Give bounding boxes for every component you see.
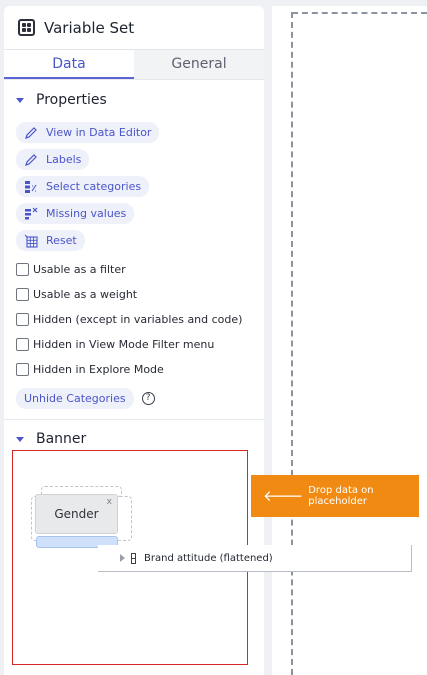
property-checkboxes: Usable as a filter Usable as a weight Hi… [4,257,264,382]
usable-as-weight-checkbox[interactable] [16,288,29,301]
category-filter-icon [25,180,37,193]
properties-section-toggle[interactable]: Properties [4,84,264,116]
report-canvas[interactable] [272,6,427,675]
hidden-except-option: Hidden (except in variables and code) [16,307,264,332]
section-divider [4,419,264,420]
hidden-except-checkbox[interactable] [16,313,29,326]
pencil-icon [25,153,37,166]
unhide-row: Unhide Categories ? [4,386,264,410]
drop-hint-label: Drop data on placeholder [308,485,374,507]
usable-as-weight-label[interactable]: Usable as a weight [33,288,137,301]
canvas-drop-border [292,12,427,14]
property-actions: View in Data Editor Labels Select catego… [4,116,264,257]
dragged-variable[interactable]: Brand attitude (flattened) [98,545,412,572]
usable-as-weight-option: Usable as a weight [16,282,264,307]
gender-card-label: Gender [54,507,99,521]
missing-values-icon [25,207,38,219]
labels-label: Labels [46,153,82,166]
banner-heading: Banner [36,431,87,447]
dragged-variable-label: Brand attitude (flattened) [144,552,273,564]
hidden-explore-mode-option: Hidden in Explore Mode [16,357,264,382]
tab-general[interactable]: General [134,50,264,79]
arrow-left-icon: 🡐 [263,486,304,505]
labels-button[interactable]: Labels [16,149,90,170]
usable-as-filter-option: Usable as a filter [16,257,264,282]
view-in-data-editor-label: View in Data Editor [46,126,152,139]
caret-down-icon [16,97,24,103]
panel-title: Variable Set [44,18,135,37]
hidden-view-mode-checkbox[interactable] [16,338,29,351]
unhide-categories-button[interactable]: Unhide Categories [16,387,134,409]
reset-button[interactable]: Reset [16,230,85,251]
pencil-icon [25,126,37,139]
usable-as-filter-label[interactable]: Usable as a filter [33,263,126,276]
reset-label: Reset [46,234,77,247]
missing-values-label: Missing values [46,207,127,220]
missing-values-button[interactable]: Missing values [16,203,135,224]
hidden-explore-mode-label[interactable]: Hidden in Explore Mode [33,363,164,376]
hidden-except-label[interactable]: Hidden (except in variables and code) [33,313,242,326]
drop-hint-tooltip: 🡐 Drop data on placeholder [251,475,419,517]
variable-set-icon [18,19,35,36]
view-in-data-editor-button[interactable]: View in Data Editor [16,122,160,143]
table-reset-icon [24,234,38,248]
help-icon[interactable]: ? [141,391,155,405]
usable-as-filter-checkbox[interactable] [16,263,29,276]
panel-header: Variable Set [4,6,264,50]
expand-triangle-icon [120,554,125,562]
select-categories-button[interactable]: Select categories [16,176,150,197]
close-icon[interactable]: x [107,497,112,507]
hidden-explore-mode-checkbox[interactable] [16,363,29,376]
caret-down-icon [16,436,24,442]
canvas-drop-border [291,12,293,675]
select-categories-label: Select categories [46,180,142,193]
variable-type-icon [131,552,136,564]
tab-data[interactable]: Data [4,50,134,79]
hidden-view-mode-label[interactable]: Hidden in View Mode Filter menu [33,338,214,351]
hidden-view-mode-option: Hidden in View Mode Filter menu [16,332,264,357]
tab-bar: Data General [4,50,264,80]
properties-heading: Properties [36,92,107,108]
gender-card[interactable]: Gender x [35,494,118,534]
